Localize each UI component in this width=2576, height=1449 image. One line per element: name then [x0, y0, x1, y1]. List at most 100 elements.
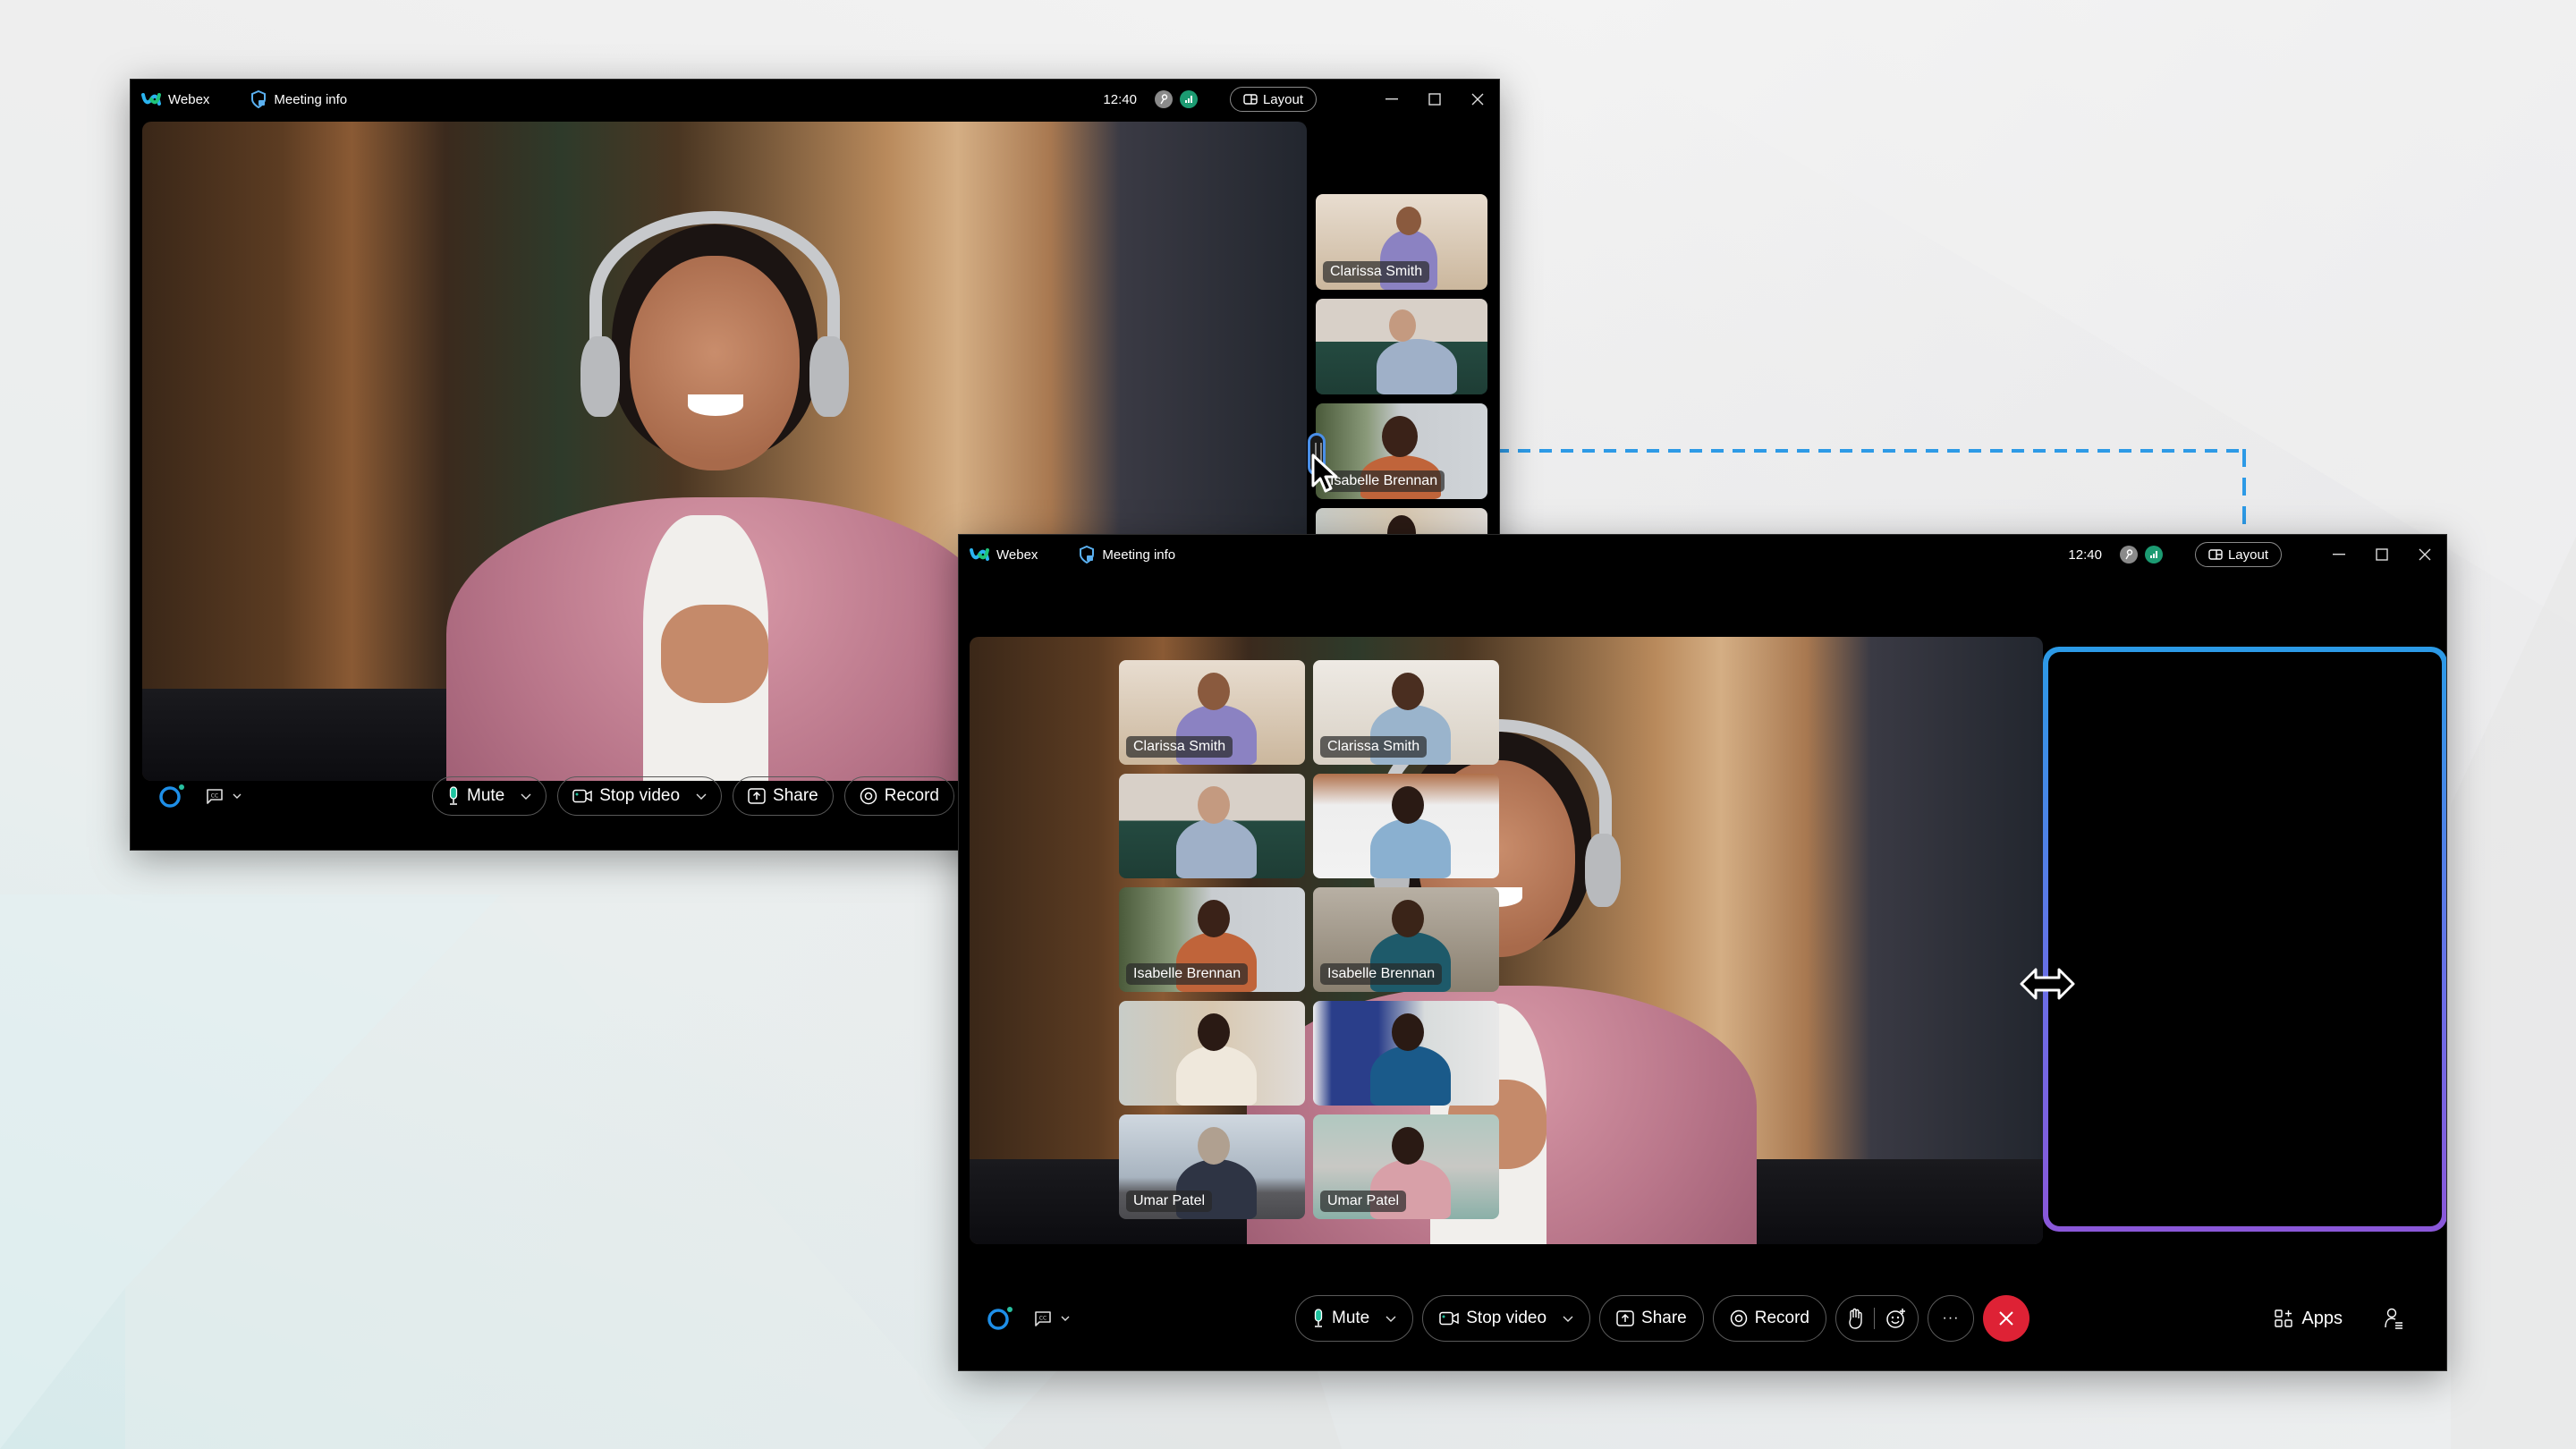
- participant-grid: [2043, 647, 2446, 1232]
- filmstrip-tile[interactable]: Clarissa Smith: [1316, 194, 1487, 290]
- close-icon[interactable]: [2403, 535, 2446, 574]
- minimize-icon[interactable]: [2318, 535, 2360, 574]
- mute-button[interactable]: Mute: [432, 776, 547, 816]
- share-icon: [1616, 1310, 1634, 1326]
- chevron-down-icon[interactable]: [521, 793, 531, 800]
- close-icon[interactable]: [1456, 80, 1499, 119]
- app-name: Webex: [996, 547, 1038, 563]
- meeting-time: 12:40: [2068, 547, 2102, 563]
- chevron-down-icon[interactable]: [1385, 1316, 1396, 1322]
- grid-tile[interactable]: [1313, 774, 1499, 878]
- record-label: Record: [884, 786, 939, 805]
- participant-name: Isabelle Brennan: [1320, 963, 1443, 985]
- grid-tile[interactable]: Clarissa Smith: [1313, 660, 1499, 765]
- assistant-ring-icon[interactable]: [987, 1306, 1014, 1331]
- record-button[interactable]: Record: [843, 776, 954, 816]
- participant-head: [1392, 786, 1424, 824]
- layout-button[interactable]: Layout: [2194, 542, 2282, 567]
- captions-button[interactable]: CC: [1034, 1310, 1070, 1326]
- captions-button[interactable]: CC: [206, 788, 242, 804]
- reactions-icon[interactable]: [1885, 1308, 1907, 1329]
- svg-text:CC: CC: [1039, 1316, 1046, 1322]
- grid-tile[interactable]: Isabelle Brennan: [1119, 887, 1305, 992]
- closed-captions-icon: CC: [207, 789, 223, 804]
- grid-tile[interactable]: [1119, 774, 1305, 878]
- record-label: Record: [1754, 1309, 1809, 1327]
- share-icon: [748, 788, 766, 804]
- participant-body: [1370, 818, 1451, 878]
- maximize-icon[interactable]: [1413, 80, 1456, 119]
- title-bar: Webex Meeting info 12:40 Layout: [131, 80, 1499, 119]
- mute-button[interactable]: Mute: [1295, 1295, 1414, 1342]
- maximize-icon[interactable]: [2360, 535, 2403, 574]
- end-call-icon: [1999, 1311, 2013, 1326]
- signal-bars-icon[interactable]: [2144, 546, 2163, 564]
- shield-lock-icon: [251, 90, 267, 108]
- meeting-info-button[interactable]: Meeting info: [250, 90, 347, 108]
- end-call-button[interactable]: [1983, 1295, 2029, 1342]
- chevron-down-icon[interactable]: [1563, 1316, 1573, 1322]
- layout-label: Layout: [1262, 91, 1303, 107]
- layout-icon: [2208, 549, 2223, 560]
- pointer-cursor-icon: [1311, 453, 1338, 493]
- minimize-icon[interactable]: [1370, 80, 1413, 119]
- participant-head: [1198, 900, 1230, 937]
- mute-label: Mute: [1332, 1309, 1370, 1327]
- participant-head: [1198, 1013, 1230, 1051]
- camera-icon: [572, 789, 592, 803]
- app-name: Webex: [168, 91, 210, 107]
- closed-captions-icon: CC: [1035, 1311, 1051, 1326]
- filmstrip-tile[interactable]: [1316, 299, 1487, 394]
- layout-button[interactable]: Layout: [1229, 87, 1317, 112]
- resize-horizontal-icon[interactable]: [2020, 964, 2075, 1004]
- title-bar: Webex Meeting info 12:40 Layout: [959, 535, 2446, 574]
- stop-video-button[interactable]: Stop video: [1422, 1295, 1591, 1342]
- participant-head: [1198, 673, 1230, 710]
- shield-lock-icon: [1080, 546, 1095, 564]
- grid-tile[interactable]: Isabelle Brennan: [1313, 887, 1499, 992]
- raise-hand-icon[interactable]: [1847, 1308, 1863, 1329]
- connector-line-horizontal: [1496, 449, 2246, 453]
- layout-icon: [1243, 94, 1258, 105]
- chevron-down-icon: [1061, 1316, 1070, 1321]
- participant-body: [1176, 818, 1257, 878]
- app-brand: Webex: [141, 92, 209, 107]
- share-button[interactable]: Share: [733, 776, 834, 816]
- webex-logo-icon: [141, 93, 161, 106]
- signal-bars-icon[interactable]: [1179, 90, 1198, 108]
- layout-label: Layout: [2227, 547, 2268, 563]
- stop-video-label: Stop video: [599, 786, 681, 805]
- participant-head: [1392, 1127, 1424, 1165]
- apps-button[interactable]: Apps: [2275, 1309, 2343, 1329]
- grid-tile[interactable]: [1313, 1001, 1499, 1106]
- record-button[interactable]: Record: [1712, 1295, 1826, 1342]
- record-icon: [860, 787, 877, 805]
- participant-head: [1198, 786, 1230, 824]
- meeting-time: 12:40: [1103, 91, 1137, 107]
- participant-head: [1392, 900, 1424, 937]
- meeting-info-label: Meeting info: [1102, 547, 1176, 563]
- assistant-ring-icon[interactable]: [159, 784, 186, 809]
- meeting-info-button[interactable]: Meeting info: [1079, 546, 1175, 564]
- grid-tile[interactable]: Clarissa Smith: [1119, 660, 1305, 765]
- participants-icon[interactable]: [2384, 1308, 2403, 1329]
- key-icon[interactable]: [1154, 90, 1173, 108]
- apps-icon: [2275, 1309, 2293, 1327]
- more-label: ···: [1942, 1310, 1960, 1326]
- participant-head: [1392, 1013, 1424, 1051]
- key-icon[interactable]: [2119, 546, 2138, 564]
- share-button[interactable]: Share: [1599, 1295, 1704, 1342]
- stop-video-button[interactable]: Stop video: [557, 776, 723, 816]
- participant-name: Umar Patel: [1320, 1191, 1407, 1212]
- microphone-icon: [1314, 1309, 1323, 1327]
- grid-tile[interactable]: Umar Patel: [1119, 1114, 1305, 1219]
- grid-tile[interactable]: [1119, 1001, 1305, 1106]
- microphone-icon: [449, 786, 458, 805]
- chevron-down-icon[interactable]: [696, 793, 707, 800]
- grid-tile[interactable]: Umar Patel: [1313, 1114, 1499, 1219]
- meeting-toolbar: CC Mute Stop video Share Record: [959, 1293, 2446, 1343]
- apps-label: Apps: [2301, 1308, 2343, 1328]
- more-options-button[interactable]: ···: [1928, 1295, 1974, 1342]
- app-brand: Webex: [970, 547, 1038, 563]
- participant-name: Clarissa Smith: [1320, 736, 1428, 758]
